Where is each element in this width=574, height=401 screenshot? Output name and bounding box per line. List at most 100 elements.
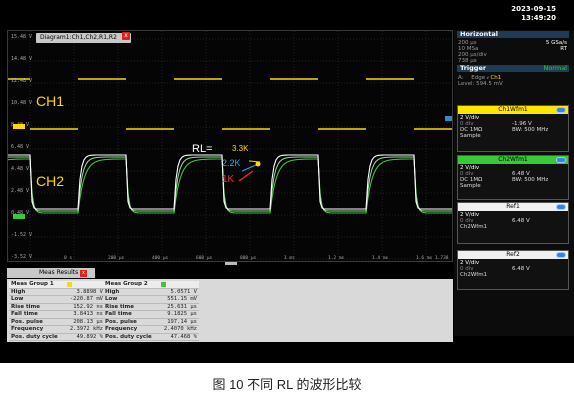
arrow-2-2k xyxy=(241,164,257,172)
ref2-header: Ref2 xyxy=(458,251,568,259)
ch2-wfm-toggle-button[interactable] xyxy=(556,157,566,163)
ref1-panel[interactable]: Ref1 2 V/div 0 div 6.48 V Ch2Wfm1 xyxy=(457,202,569,244)
meas-row: Pos. duty cycle 47.468 % xyxy=(103,333,199,341)
ref2-toggle-button[interactable] xyxy=(556,252,566,258)
trigger-level-row: Level: 594.5 mV xyxy=(458,81,503,87)
meas-row: Fall time 3.8413 ns xyxy=(9,311,105,319)
y-tick-label: -1.52 V xyxy=(11,232,33,238)
ch1-offset-marker[interactable] xyxy=(13,124,25,129)
time-text: 13:49:20 xyxy=(521,14,556,22)
x-tick-label: 1.6 ms 1.738 ms xyxy=(416,256,449,261)
rl-1k-annotation: 1K xyxy=(222,174,235,185)
datetime: 2023-09-15 13:49:20 xyxy=(511,5,556,23)
y-tick-label: 10.48 V xyxy=(11,100,33,106)
x-tick-label: 1.2 ms xyxy=(328,256,345,261)
meas-results-panel: Meas Group 1 High 3.8898 V Low -220.87 mV Ri… xyxy=(7,279,453,342)
meas-key: Rise time xyxy=(11,303,41,310)
ref1-header: Ref1 xyxy=(458,203,568,211)
meas-key: Pos. pulse xyxy=(11,318,43,325)
ref2-panel[interactable]: Ref2 2 V/div 0 div 6.48 V Ch2Wfm1 xyxy=(457,250,569,290)
ch1-annotation: CH1 xyxy=(36,93,65,109)
ch1-waveform xyxy=(8,78,452,130)
y-tick-label: 15.48 V xyxy=(11,34,33,40)
oscilloscope-screen: 2023-09-15 13:49:20 Diagram1:Ch1,Ch2,R1,… xyxy=(0,0,574,363)
meas-key: Low xyxy=(11,296,24,302)
meas-row: Low -220.87 mV xyxy=(9,296,105,304)
meas-key: Fall time xyxy=(11,311,38,317)
meas-key: High xyxy=(105,288,120,295)
diagram-close-button[interactable]: x xyxy=(122,32,130,40)
y-tick-label: 4.48 V xyxy=(11,166,30,172)
y-tick-label: -3.52 V xyxy=(11,254,33,260)
meas-row: Frequency 2.3972 kHz xyxy=(9,326,105,334)
ch2-wfm-panel[interactable]: Ch2Wfm1 2 V/div 0 div 6.48 V DC 1MΩ BW: 50… xyxy=(457,155,569,200)
meas-row: Pos. pulse 208.13 µs xyxy=(9,318,105,326)
meas-key: Rise time xyxy=(105,303,135,310)
meas-value: 47.468 % xyxy=(170,333,198,340)
trigger-header[interactable]: Trigger Normal xyxy=(457,65,569,72)
meas-key: Fall time xyxy=(105,311,132,317)
figure-caption: 图 10 不同 RL 的波形比较 xyxy=(212,377,362,392)
meas-value: 9.1825 µs xyxy=(167,311,197,317)
x-tick-label: 1 ms xyxy=(284,256,295,261)
trigger-mode: Normal xyxy=(543,64,567,72)
meas-key: High xyxy=(11,288,26,295)
meas-row: Fall time 9.1825 µs xyxy=(103,311,199,319)
date-text: 2023-09-15 xyxy=(511,5,556,13)
x-tick-label: 1.4 ms xyxy=(372,256,389,261)
y-tick-label: 6.48 V xyxy=(11,144,30,150)
top-bar: 2023-09-15 13:49:20 xyxy=(0,0,574,30)
meas-key: Pos. pulse xyxy=(105,318,137,325)
meas-group-2: Meas Group 2 High 5.0571 V Low 551.15 mV Ris… xyxy=(103,281,199,341)
ch1-wfm-panel[interactable]: Ch1Wfm1 2 V/div 0 div -1.96 V DC 1MΩ BW: 5… xyxy=(457,105,569,152)
y-tick-label: 14.48 V xyxy=(11,56,33,62)
arrow-1k xyxy=(238,170,254,182)
ch1-wfm-header: Ch1Wfm1 xyxy=(458,106,568,114)
x-tick-label: 0 s xyxy=(64,256,73,261)
meas-row: Rise time 25.631 µs xyxy=(103,303,199,311)
meas-value: 152.92 ns xyxy=(73,303,103,310)
meas-group-2-header: Meas Group 2 xyxy=(103,281,199,289)
meas-close-button[interactable]: x xyxy=(80,270,87,277)
meas-key: Low xyxy=(105,296,118,302)
meas-value: 2.3972 kHz xyxy=(69,326,103,332)
meas-group-1: Meas Group 1 High 3.8898 V Low -220.87 mV Ri… xyxy=(9,281,105,341)
ch2-wfm-header: Ch2Wfm1 xyxy=(458,156,568,164)
meas-key: Pos. duty cycle xyxy=(11,333,58,340)
meas-value: 3.8413 ns xyxy=(73,311,103,317)
ref1-toggle-button[interactable] xyxy=(556,204,566,210)
meas-row: Rise time 152.92 ns xyxy=(9,303,105,311)
rl-3.3k-annotation: 3.3K xyxy=(232,144,249,153)
waveform-plot xyxy=(8,31,452,261)
meas-key: Frequency xyxy=(11,326,44,332)
meas-key: Pos. duty cycle xyxy=(105,333,152,340)
meas-row: Frequency 2.4070 kHz xyxy=(103,326,199,334)
trigger-level-marker[interactable] xyxy=(445,116,452,121)
x-tick-label: 400 µs xyxy=(152,256,169,261)
ch2-annotation: CH2 xyxy=(36,173,65,189)
rl-2.2k-annotation: 2.2K xyxy=(222,158,241,168)
meas-value: 25.631 µs xyxy=(167,303,197,310)
meas-value: 208.13 µs xyxy=(73,318,103,325)
meas-value: 49.892 % xyxy=(76,333,104,340)
ch1-wfm-toggle-button[interactable] xyxy=(556,107,566,113)
y-tick-label: 12.48 V xyxy=(11,78,33,84)
splitter-handle[interactable] xyxy=(225,262,237,265)
waveform-diagram[interactable]: Diagram1:Ch1,Ch2,R1,R2 x 15.48 V 14.48 V 1… xyxy=(7,30,453,262)
diagram-title[interactable]: Diagram1:Ch1,Ch2,R1,R2 xyxy=(36,33,131,43)
x-tick-label: 800 µs xyxy=(240,256,257,261)
meas-value: 3.8898 V xyxy=(76,288,104,295)
rl-annotation: RL= xyxy=(192,143,213,155)
intersection-dot xyxy=(255,161,261,167)
meas-value: 197.14 µs xyxy=(167,318,197,325)
meas-row: Pos. pulse 197.14 µs xyxy=(103,318,199,326)
x-tick-label: 600 µs xyxy=(196,256,213,261)
y-tick-label: 2.48 V xyxy=(11,188,30,194)
meas-row: High 5.0571 V xyxy=(103,288,199,296)
meas-value: 551.15 mV xyxy=(167,296,197,302)
horizontal-header[interactable]: Horizontal xyxy=(457,31,569,38)
meas-group-1-header: Meas Group 1 xyxy=(9,281,105,289)
ch2-offset-marker[interactable] xyxy=(13,214,25,219)
meas-row: Pos. duty cycle 49.892 % xyxy=(9,333,105,341)
meas-row: High 3.8898 V xyxy=(9,288,105,296)
